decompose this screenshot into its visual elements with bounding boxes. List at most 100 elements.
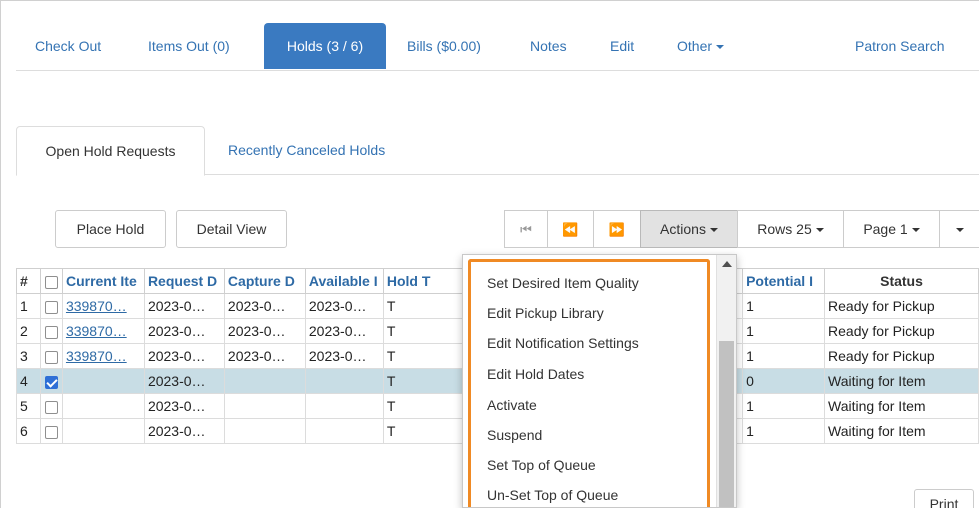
row-checkbox-cell[interactable] xyxy=(39,318,63,344)
menu-item[interactable]: Edit Hold Dates xyxy=(487,366,584,382)
request-date-cell: 2023-0… xyxy=(143,368,225,394)
item-barcode-link[interactable]: 339870… xyxy=(66,323,127,339)
status-cell: Ready for Pickup xyxy=(824,343,979,369)
row-checkbox[interactable] xyxy=(44,400,58,414)
next-page-button[interactable]: ⏩ xyxy=(593,210,641,248)
first-page-icon: ⏮ xyxy=(520,222,532,237)
row-number: 4 xyxy=(16,368,41,394)
tab-edit[interactable]: Edit xyxy=(610,23,634,69)
header-row-number: # xyxy=(16,268,41,294)
actions-dropdown-button[interactable]: Actions xyxy=(640,210,738,248)
detail-view-button[interactable]: Detail View xyxy=(176,210,287,248)
row-number: 2 xyxy=(16,318,41,344)
tab-items-out[interactable]: Items Out (0) xyxy=(148,23,230,69)
header-status[interactable]: Status xyxy=(824,268,979,294)
available-date-cell xyxy=(304,393,384,419)
row-checkbox[interactable] xyxy=(44,350,58,364)
row-checkbox-cell[interactable] xyxy=(39,368,63,394)
menu-item[interactable]: Edit Notification Settings xyxy=(487,335,639,351)
first-page-button[interactable]: ⏮ xyxy=(504,210,548,248)
header-capture-date[interactable]: Capture D xyxy=(223,268,306,294)
header-select-all[interactable] xyxy=(39,268,63,294)
menu-item[interactable]: Set Top of Queue xyxy=(487,457,596,473)
row-checkbox[interactable] xyxy=(44,300,58,314)
patron-search-link[interactable]: Patron Search xyxy=(855,23,945,69)
actions-menu: Set Desired Item Quality Edit Pickup Libr… xyxy=(462,254,737,508)
scrollbar-thumb[interactable] xyxy=(719,341,734,507)
scroll-up-icon[interactable] xyxy=(722,261,732,267)
chevron-down-icon xyxy=(911,228,920,233)
page-dropdown-button[interactable]: Page 1 xyxy=(843,210,940,248)
header-current-item[interactable]: Current Ite xyxy=(61,268,145,294)
tab-other[interactable]: Other xyxy=(677,23,725,69)
request-date-cell: 2023-0… xyxy=(143,343,225,369)
more-options-button[interactable] xyxy=(939,210,979,248)
current-item-cell[interactable]: 339870… xyxy=(61,318,145,344)
patron-nav-tabs: Check Out Items Out (0) Holds (3 / 6) Bi… xyxy=(16,23,979,71)
menu-item[interactable]: Un-Set Top of Queue xyxy=(487,487,618,503)
capture-date-cell: 2023-0… xyxy=(223,343,306,369)
header-potential[interactable]: Potential I xyxy=(742,268,826,294)
place-hold-button[interactable]: Place Hold xyxy=(55,210,166,248)
available-date-cell xyxy=(304,368,384,394)
next-page-icon: ⏩ xyxy=(608,222,626,237)
row-checkbox-cell[interactable] xyxy=(39,293,63,319)
print-button[interactable]: Print xyxy=(914,489,974,508)
row-checkbox-cell[interactable] xyxy=(39,343,63,369)
menu-item[interactable]: Activate xyxy=(487,397,537,413)
tab-bills[interactable]: Bills ($0.00) xyxy=(407,23,481,69)
chevron-down-icon xyxy=(709,228,718,233)
menu-item[interactable]: Edit Pickup Library xyxy=(487,305,604,321)
row-checkbox[interactable] xyxy=(44,425,58,439)
capture-date-cell: 2023-0… xyxy=(223,318,306,344)
row-number: 6 xyxy=(16,418,41,444)
capture-date-cell xyxy=(223,418,306,444)
tab-check-out[interactable]: Check Out xyxy=(35,23,101,69)
row-number: 3 xyxy=(16,343,41,369)
previous-page-icon: ⏪ xyxy=(562,222,579,237)
capture-date-cell xyxy=(223,368,306,394)
request-date-cell: 2023-0… xyxy=(143,293,225,319)
item-barcode-link[interactable]: 339870… xyxy=(66,348,127,364)
current-item-cell[interactable] xyxy=(61,418,145,444)
current-item-cell[interactable] xyxy=(61,368,145,394)
row-checkbox-cell[interactable] xyxy=(39,418,63,444)
chevron-down-icon xyxy=(815,228,824,233)
rows-dropdown-button[interactable]: Rows 25 xyxy=(737,210,844,248)
potential-items-cell: 1 xyxy=(742,293,826,319)
chevron-down-icon xyxy=(716,45,725,50)
potential-items-cell: 1 xyxy=(742,318,826,344)
header-available[interactable]: Available I xyxy=(304,268,384,294)
header-request-date[interactable]: Request D xyxy=(143,268,225,294)
tab-recently-canceled-holds[interactable]: Recently Canceled Holds xyxy=(228,126,385,175)
capture-date-cell xyxy=(223,393,306,419)
available-date-cell: 2023-0… xyxy=(304,293,384,319)
tab-holds[interactable]: Holds (3 / 6) xyxy=(264,23,386,69)
current-item-cell[interactable] xyxy=(61,393,145,419)
tab-notes[interactable]: Notes xyxy=(530,23,567,69)
tab-other-label: Other xyxy=(677,38,713,54)
available-date-cell xyxy=(304,418,384,444)
request-date-cell: 2023-0… xyxy=(143,393,225,419)
holds-subtabs: Open Hold Requests Recently Canceled Hol… xyxy=(16,126,979,176)
row-checkbox[interactable] xyxy=(44,375,58,389)
row-checkbox-cell[interactable] xyxy=(39,393,63,419)
menu-scrollbar[interactable] xyxy=(716,255,736,507)
potential-items-cell: 1 xyxy=(742,343,826,369)
current-item-cell[interactable]: 339870… xyxy=(61,343,145,369)
rows-label: Rows 25 xyxy=(757,221,812,237)
status-cell: Ready for Pickup xyxy=(824,293,979,319)
previous-page-button[interactable]: ⏪ xyxy=(547,210,594,248)
capture-date-cell: 2023-0… xyxy=(223,293,306,319)
tab-open-hold-requests[interactable]: Open Hold Requests xyxy=(16,126,205,176)
chevron-down-icon xyxy=(955,228,964,233)
menu-item[interactable]: Suspend xyxy=(487,427,542,443)
item-barcode-link[interactable]: 339870… xyxy=(66,298,127,314)
potential-items-cell: 0 xyxy=(742,368,826,394)
potential-items-cell: 1 xyxy=(742,393,826,419)
select-all-checkbox[interactable] xyxy=(44,275,58,289)
row-checkbox[interactable] xyxy=(44,325,58,339)
menu-item[interactable]: Set Desired Item Quality xyxy=(487,275,639,291)
current-item-cell[interactable]: 339870… xyxy=(61,293,145,319)
status-cell: Ready for Pickup xyxy=(824,318,979,344)
